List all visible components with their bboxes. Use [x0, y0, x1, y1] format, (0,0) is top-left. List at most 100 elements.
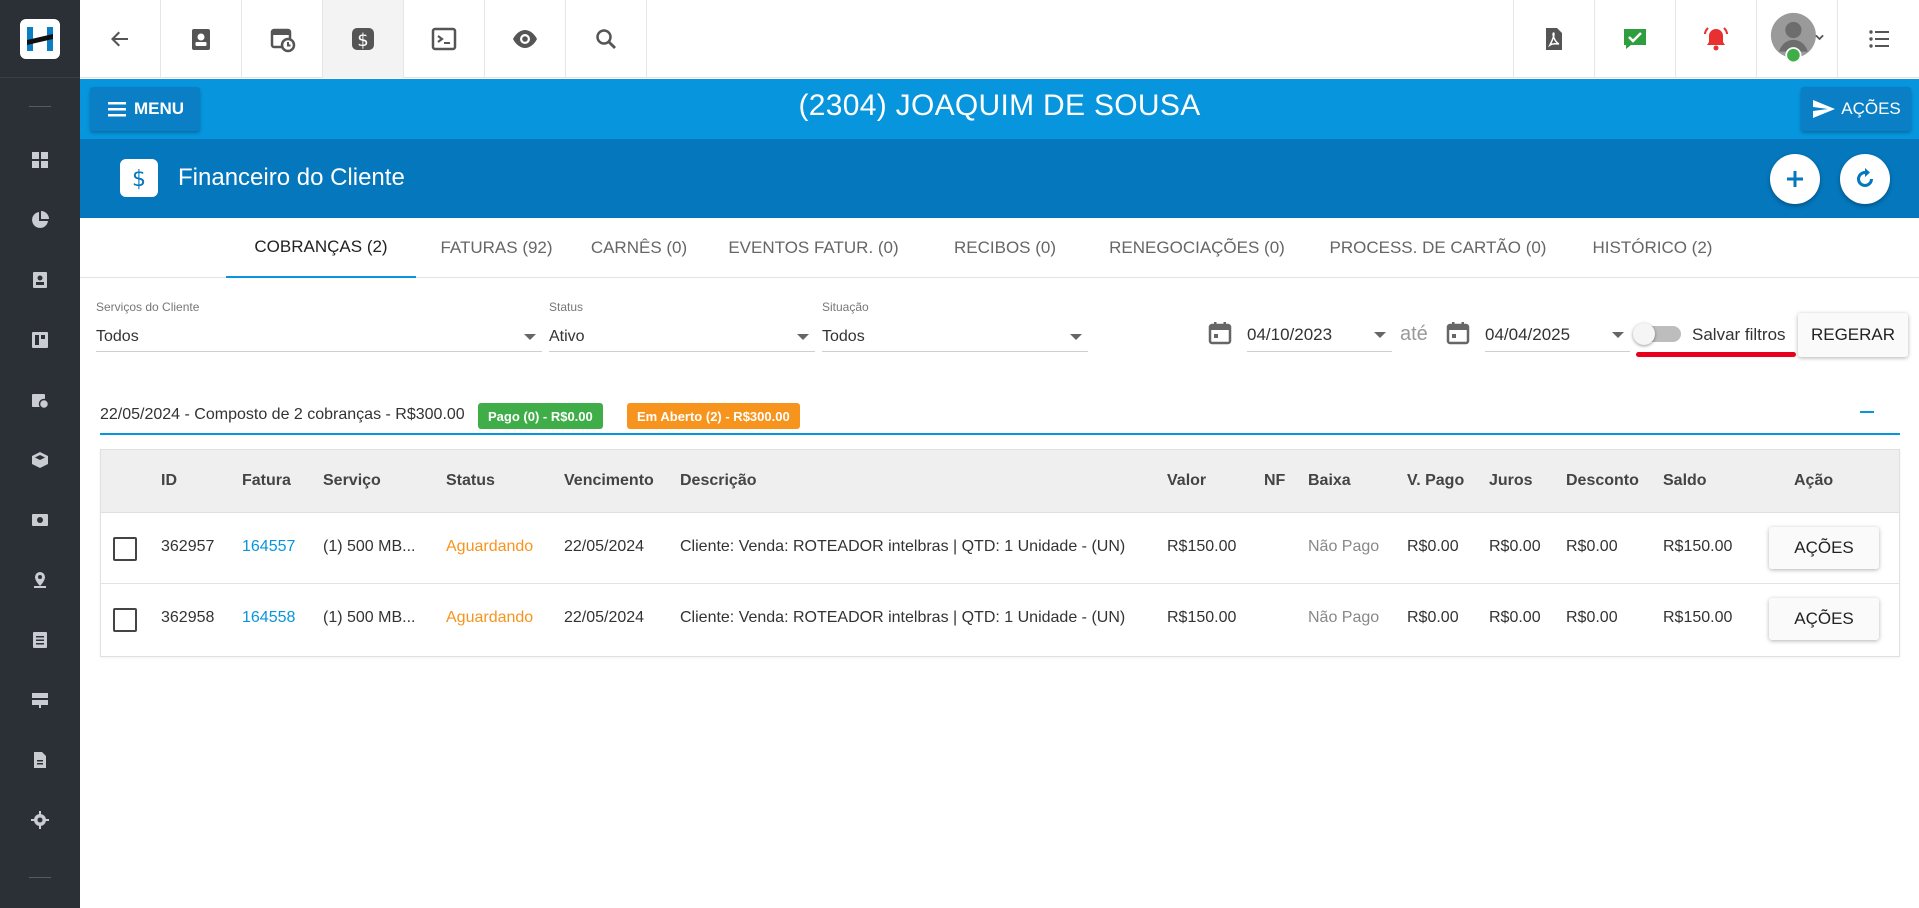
col-status[interactable]: Status [446, 472, 495, 490]
col-baixa[interactable]: Baixa [1308, 472, 1351, 490]
view-button[interactable] [485, 0, 566, 78]
cell-desconto: R$0.00 [1566, 609, 1618, 626]
col-vencimento[interactable]: Vencimento [564, 472, 654, 490]
table-row: 362958 164558 (1) 500 MB... Aguardando 2… [101, 584, 1899, 655]
chevron-down-icon [1070, 333, 1082, 340]
tab-renegociacoes[interactable]: RENEGOCIAÇÕES (0) [1084, 218, 1310, 278]
tab-faturas[interactable]: FATURAS (92) [416, 218, 577, 278]
left-sidebar [0, 0, 80, 908]
chevron-down-icon [1374, 331, 1386, 338]
chevron-down-icon [1612, 331, 1624, 338]
gear-icon [31, 811, 49, 829]
cell-fatura-link[interactable]: 164557 [242, 538, 295, 556]
back-button[interactable] [80, 0, 161, 78]
sidebar-item-schedule[interactable] [0, 370, 80, 430]
salvar-filtros-toggle[interactable] [1633, 323, 1681, 345]
schedule-button[interactable] [242, 0, 323, 78]
tab-process-cartao[interactable]: PROCESS. DE CARTÃO (0) [1310, 218, 1566, 278]
options-list-button[interactable] [1837, 0, 1919, 78]
user-menu[interactable] [1756, 0, 1837, 78]
refresh-icon [1857, 168, 1873, 187]
tab-historico[interactable]: HISTÓRICO (2) [1566, 218, 1739, 278]
client-card-button[interactable] [161, 0, 242, 78]
regerar-button[interactable]: REGERAR [1798, 313, 1908, 357]
sidebar-item-clients[interactable] [0, 250, 80, 310]
menu-label: MENU [133, 99, 185, 118]
search-button[interactable] [566, 0, 647, 78]
sidebar-item-dashboard[interactable] [0, 130, 80, 190]
calendar-icon[interactable] [1207, 320, 1233, 351]
sidebar-item-reports[interactable] [0, 190, 80, 250]
sidebar-item-inventory[interactable] [0, 430, 80, 490]
cube-icon [32, 452, 48, 468]
top-toolbar: $ [80, 0, 1919, 78]
group-summary-text: 22/05/2024 - Composto de 2 cobranças - R… [100, 406, 465, 423]
menu-button[interactable]: MENU [90, 87, 200, 131]
terminal-icon [431, 27, 457, 51]
situacao-filter: Situação Todos [822, 300, 1088, 352]
sidebar-item-settings[interactable] [0, 790, 80, 850]
date-to-group: 04/04/2025 [1445, 318, 1630, 352]
alerts-button[interactable] [1675, 0, 1756, 78]
chevron-down-icon [797, 333, 809, 340]
app-logo[interactable] [0, 0, 80, 78]
row-acoes-button[interactable]: AÇÕES [1769, 527, 1879, 569]
col-descricao[interactable]: Descrição [680, 472, 757, 490]
row-checkbox[interactable] [113, 537, 137, 561]
table-row: 362957 164557 (1) 500 MB... Aguardando 2… [101, 513, 1899, 584]
salvar-filtros-label: Salvar filtros [1692, 325, 1786, 344]
calendar-icon[interactable] [1445, 320, 1471, 351]
col-valor[interactable]: Valor [1167, 472, 1206, 490]
page-title: (2304) JOAQUIM DE SOUSA [798, 89, 1201, 122]
col-fatura[interactable]: Fatura [242, 472, 291, 490]
sidebar-item-files[interactable] [0, 730, 80, 790]
sidebar-item-documents[interactable] [0, 610, 80, 670]
servicos-filter-label: Serviços do Cliente [96, 300, 200, 314]
col-saldo[interactable]: Saldo [1663, 472, 1707, 490]
col-juros[interactable]: Juros [1489, 472, 1533, 490]
col-v-pago[interactable]: V. Pago [1407, 472, 1464, 490]
row-acoes-button[interactable]: AÇÕES [1769, 598, 1879, 640]
sidebar-item-map[interactable] [0, 550, 80, 610]
col-servico[interactable]: Serviço [323, 472, 381, 490]
sidebar-item-servers[interactable] [0, 670, 80, 730]
contact-card-icon [192, 29, 210, 50]
toggle-knob [1633, 323, 1655, 345]
col-id[interactable]: ID [161, 472, 177, 490]
tab-cobrancas[interactable]: COBRANÇAS (2) [226, 218, 416, 278]
date-to-value: 04/04/2025 [1485, 324, 1571, 344]
pdf-button[interactable] [1513, 0, 1594, 78]
date-from-input[interactable]: 04/10/2023 [1247, 318, 1392, 352]
section-header: $ Financeiro do Cliente [80, 139, 1919, 218]
dollar-icon: $ [120, 159, 158, 197]
sidebar-item-finance[interactable] [0, 490, 80, 550]
cell-baixa: Não Pago [1308, 538, 1380, 555]
cell-saldo: R$150.00 [1663, 609, 1733, 626]
servicos-select[interactable]: Todos [96, 322, 542, 352]
tab-eventos-fatur[interactable]: EVENTOS FATUR. (0) [701, 218, 926, 278]
cell-status: Aguardando [446, 538, 534, 555]
acoes-label: AÇÕES [1841, 99, 1901, 118]
collapse-icon[interactable] [1860, 411, 1874, 413]
terminal-button[interactable] [404, 0, 485, 78]
tab-carnes[interactable]: CARNÊS (0) [577, 218, 701, 278]
situacao-select-value: Todos [822, 327, 865, 345]
approvals-button[interactable] [1594, 0, 1675, 78]
status-select[interactable]: Ativo [549, 322, 815, 352]
col-nf[interactable]: NF [1264, 472, 1285, 490]
tab-recibos[interactable]: RECIBOS (0) [926, 218, 1084, 278]
sidebar-item-panel[interactable] [0, 310, 80, 370]
check-message-icon [1624, 29, 1646, 49]
cell-fatura-link[interactable]: 164558 [242, 609, 295, 627]
cell-status: Aguardando [446, 609, 534, 626]
situacao-select[interactable]: Todos [822, 322, 1088, 352]
col-desconto[interactable]: Desconto [1566, 472, 1639, 490]
finance-button[interactable]: $ [323, 0, 404, 78]
row-checkbox[interactable] [113, 608, 137, 632]
refresh-button[interactable] [1840, 154, 1890, 204]
cell-vencimento: 22/05/2024 [564, 538, 645, 555]
add-button[interactable] [1770, 154, 1820, 204]
acoes-button-header[interactable]: AÇÕES [1801, 87, 1911, 131]
sidebar-divider-bottom [29, 877, 51, 878]
date-to-input[interactable]: 04/04/2025 [1485, 318, 1630, 352]
